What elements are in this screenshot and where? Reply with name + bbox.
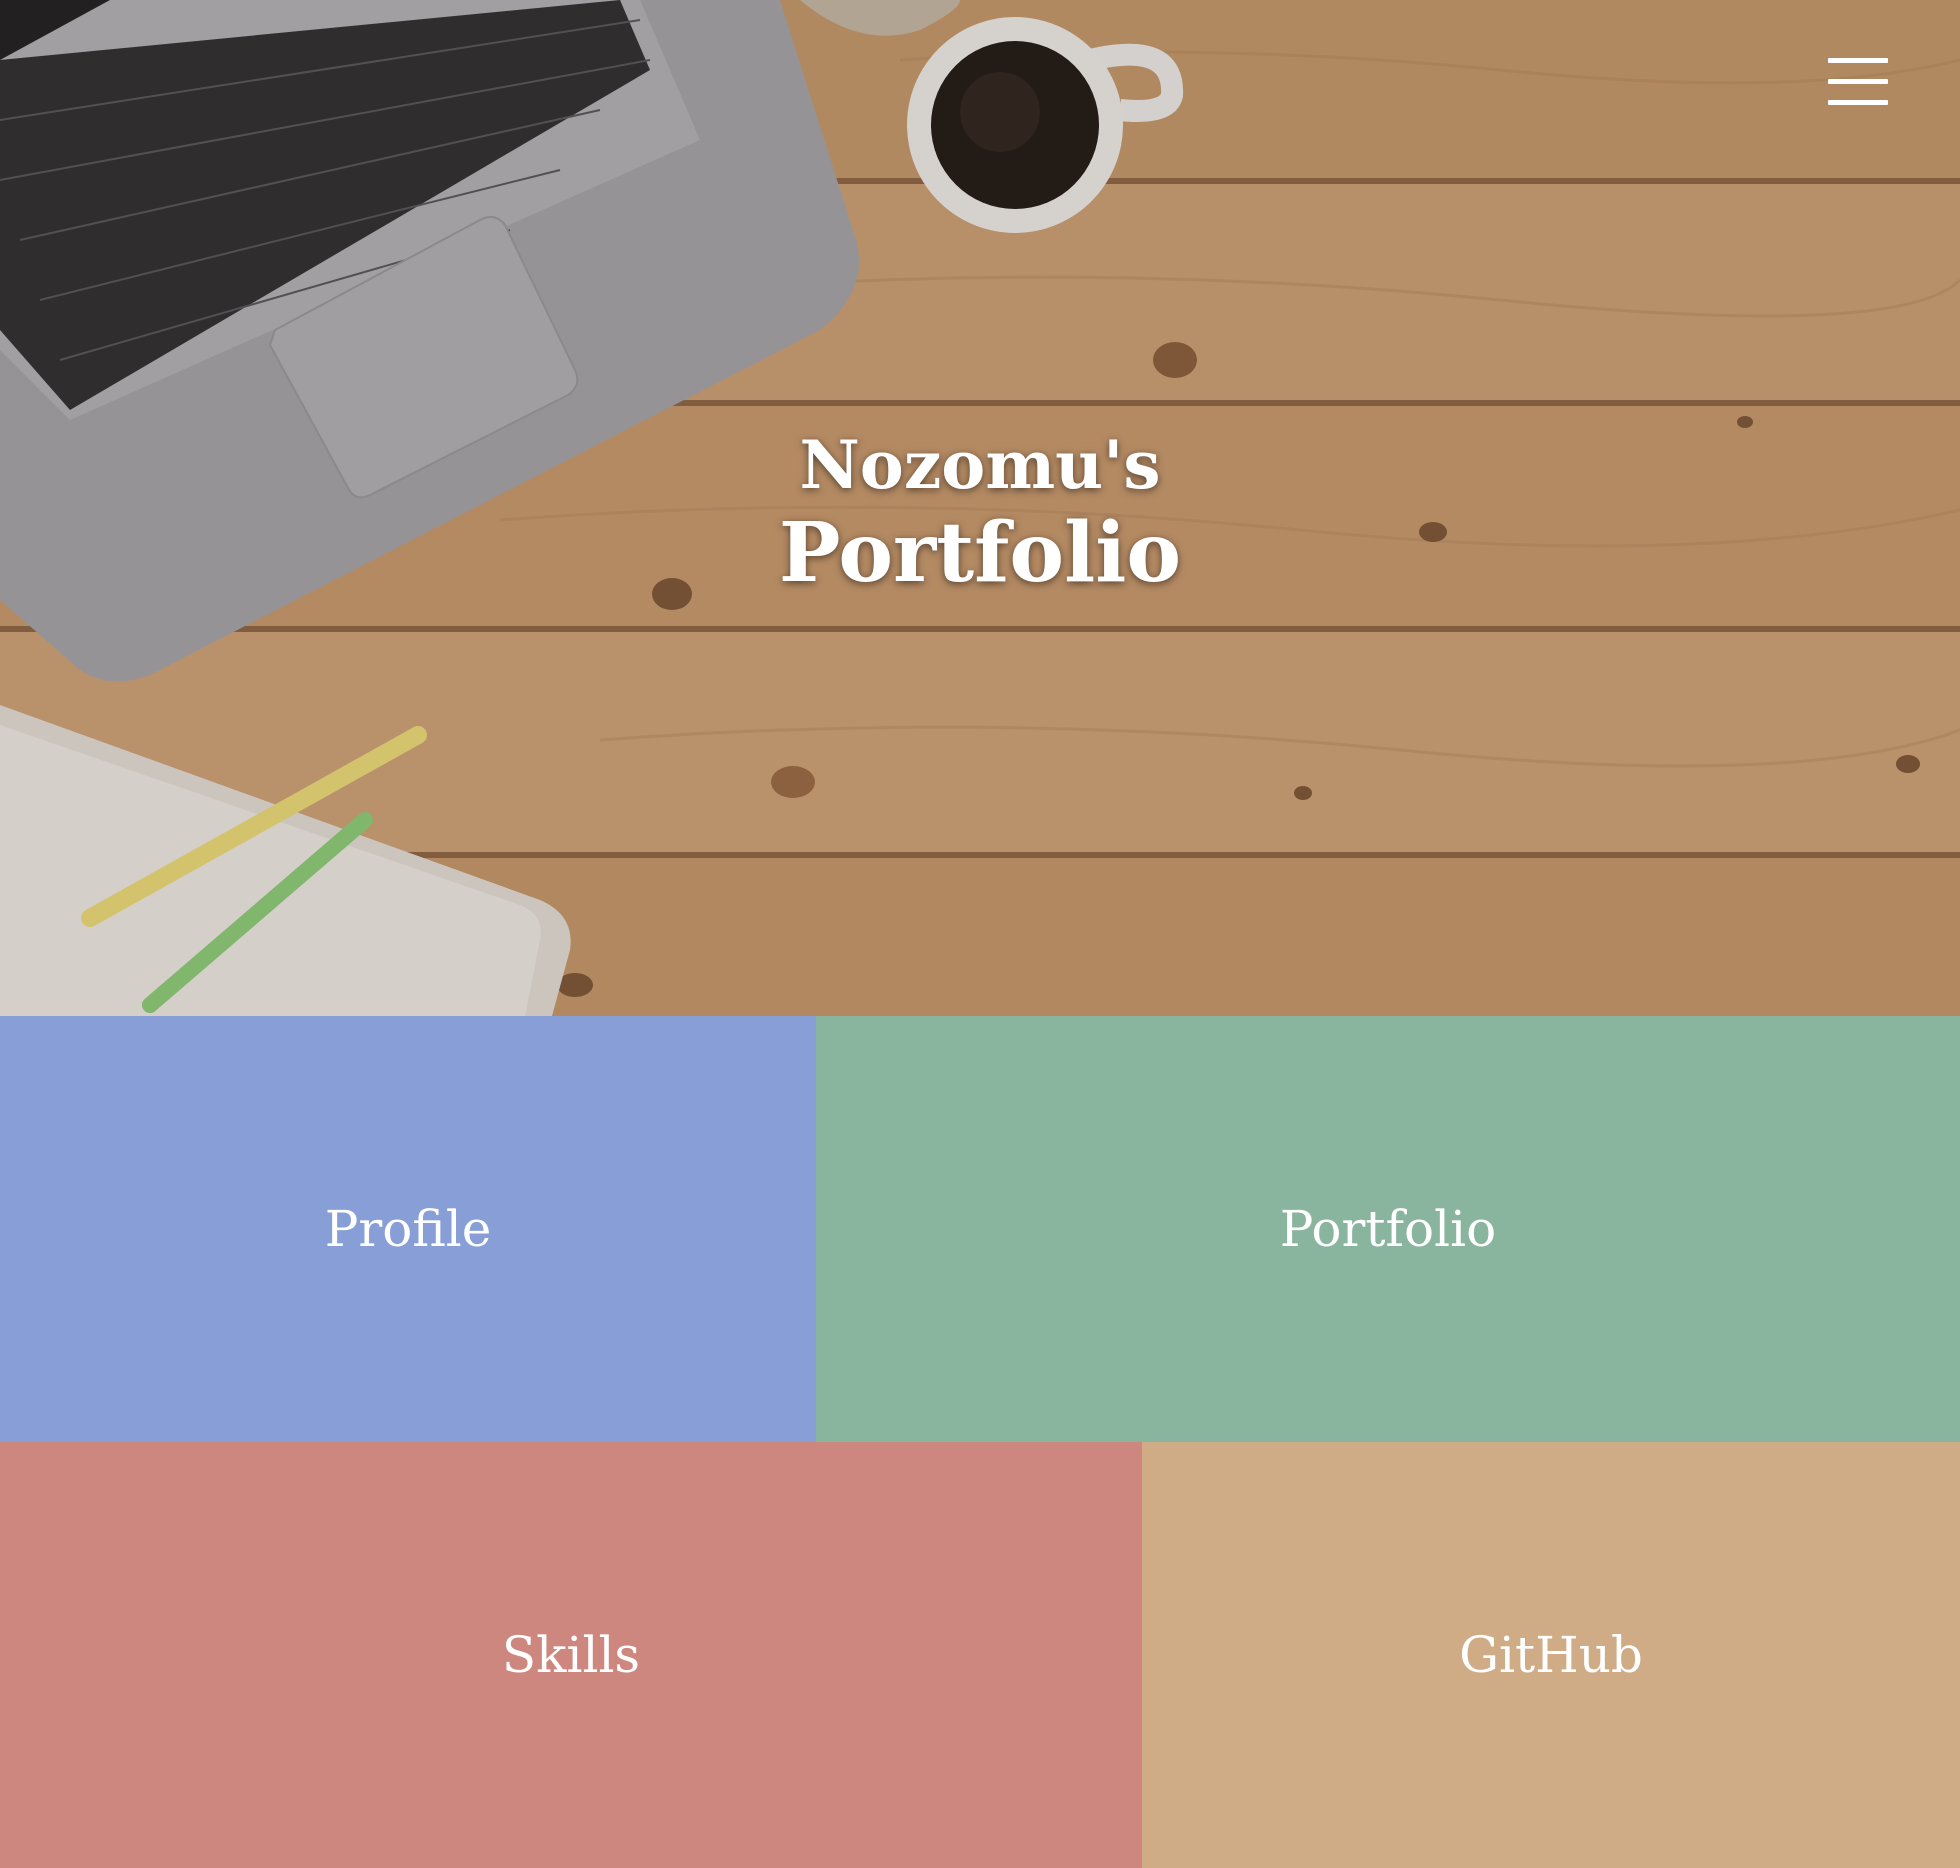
hero-title: Nozomu's Portfolio — [0, 425, 1960, 601]
github-tile[interactable]: GitHub — [1142, 1442, 1960, 1868]
profile-tile-label: Profile — [324, 1200, 492, 1258]
skills-tile-label: Skills — [501, 1626, 641, 1684]
hero-title-main: Portfolio — [778, 505, 1182, 601]
skills-tile[interactable]: Skills — [0, 1442, 1142, 1868]
github-tile-label: GitHub — [1459, 1626, 1643, 1684]
portfolio-tile-label: Portfolio — [1279, 1200, 1497, 1258]
portfolio-tile[interactable]: Portfolio — [816, 1016, 1960, 1442]
hero-title-owner: Nozomu's — [799, 426, 1161, 504]
hamburger-menu-icon[interactable] — [1828, 56, 1888, 108]
profile-tile[interactable]: Profile — [0, 1016, 816, 1442]
hero-section: Nozomu's Portfolio — [0, 0, 1960, 1016]
